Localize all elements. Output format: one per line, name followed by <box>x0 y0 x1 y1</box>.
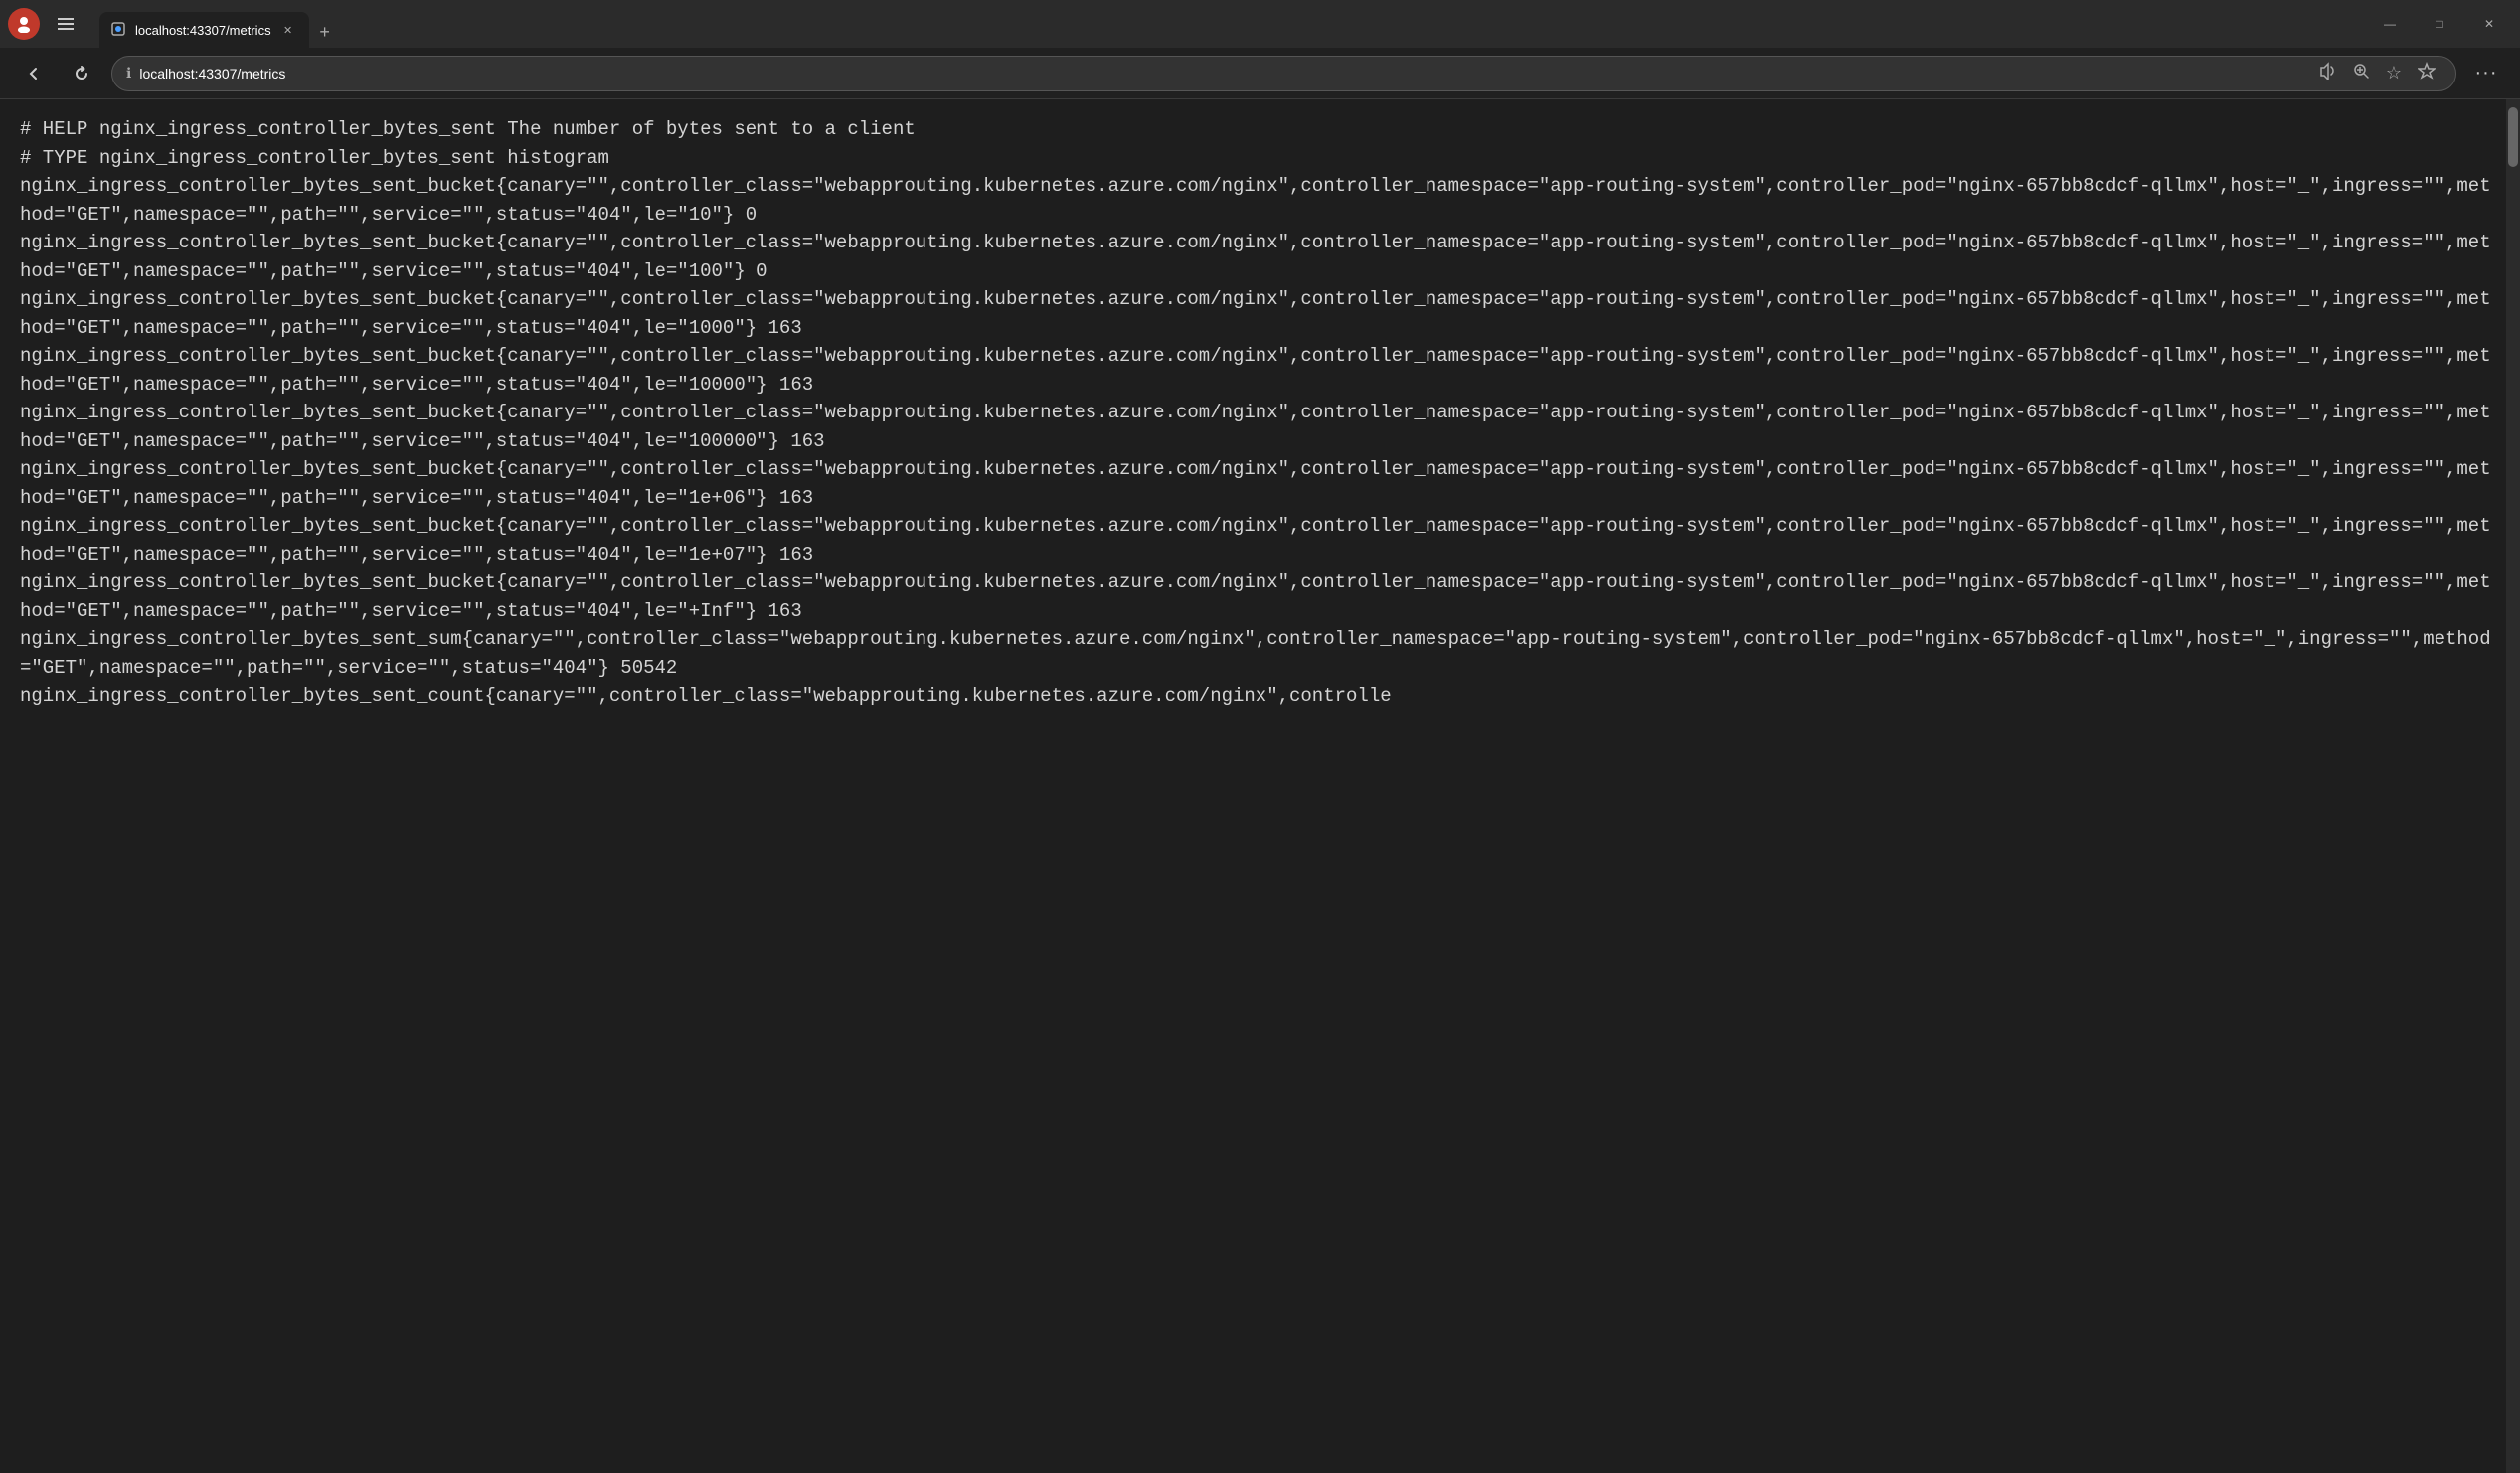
address-bar: ℹ localhost:43307/metrics ☆ <box>0 48 2520 99</box>
refresh-button[interactable] <box>64 56 99 91</box>
maximize-button[interactable]: □ <box>2417 8 2462 40</box>
metrics-content: # HELP nginx_ingress_controller_bytes_se… <box>20 115 2500 711</box>
tabs-area: localhost:43307/metrics ✕ + <box>91 0 2359 48</box>
active-tab[interactable]: localhost:43307/metrics ✕ <box>99 12 309 48</box>
read-aloud-icon[interactable] <box>2312 62 2342 84</box>
profile-icon[interactable] <box>8 8 40 40</box>
back-button[interactable] <box>16 56 52 91</box>
window-controls: — □ ✕ <box>2367 8 2512 40</box>
address-right-icons: ☆ <box>2312 62 2441 84</box>
title-bar: localhost:43307/metrics ✕ + — □ ✕ <box>0 0 2520 48</box>
scrollbar-thumb[interactable] <box>2508 107 2518 167</box>
tab-icon <box>111 22 127 38</box>
sidebar-toggle[interactable] <box>48 6 84 42</box>
url-bar[interactable]: ℹ localhost:43307/metrics ☆ <box>111 56 2456 91</box>
collections-icon[interactable] <box>2412 62 2441 84</box>
new-tab-button[interactable]: + <box>309 16 341 48</box>
minimize-button[interactable]: — <box>2367 8 2413 40</box>
zoom-icon[interactable] <box>2346 62 2376 84</box>
close-button[interactable]: ✕ <box>2466 8 2512 40</box>
lock-icon: ℹ <box>126 65 131 82</box>
favorites-icon[interactable]: ☆ <box>2380 63 2408 83</box>
title-bar-left <box>8 6 84 42</box>
tab-close-button[interactable]: ✕ <box>279 21 297 39</box>
more-button[interactable]: ··· <box>2468 56 2504 91</box>
toolbar-right: ··· <box>2468 56 2504 91</box>
scrollbar[interactable] <box>2506 99 2520 1473</box>
url-text: localhost:43307/metrics <box>139 66 285 82</box>
content-area: # HELP nginx_ingress_controller_bytes_se… <box>0 99 2520 1473</box>
tab-label: localhost:43307/metrics <box>135 23 271 38</box>
